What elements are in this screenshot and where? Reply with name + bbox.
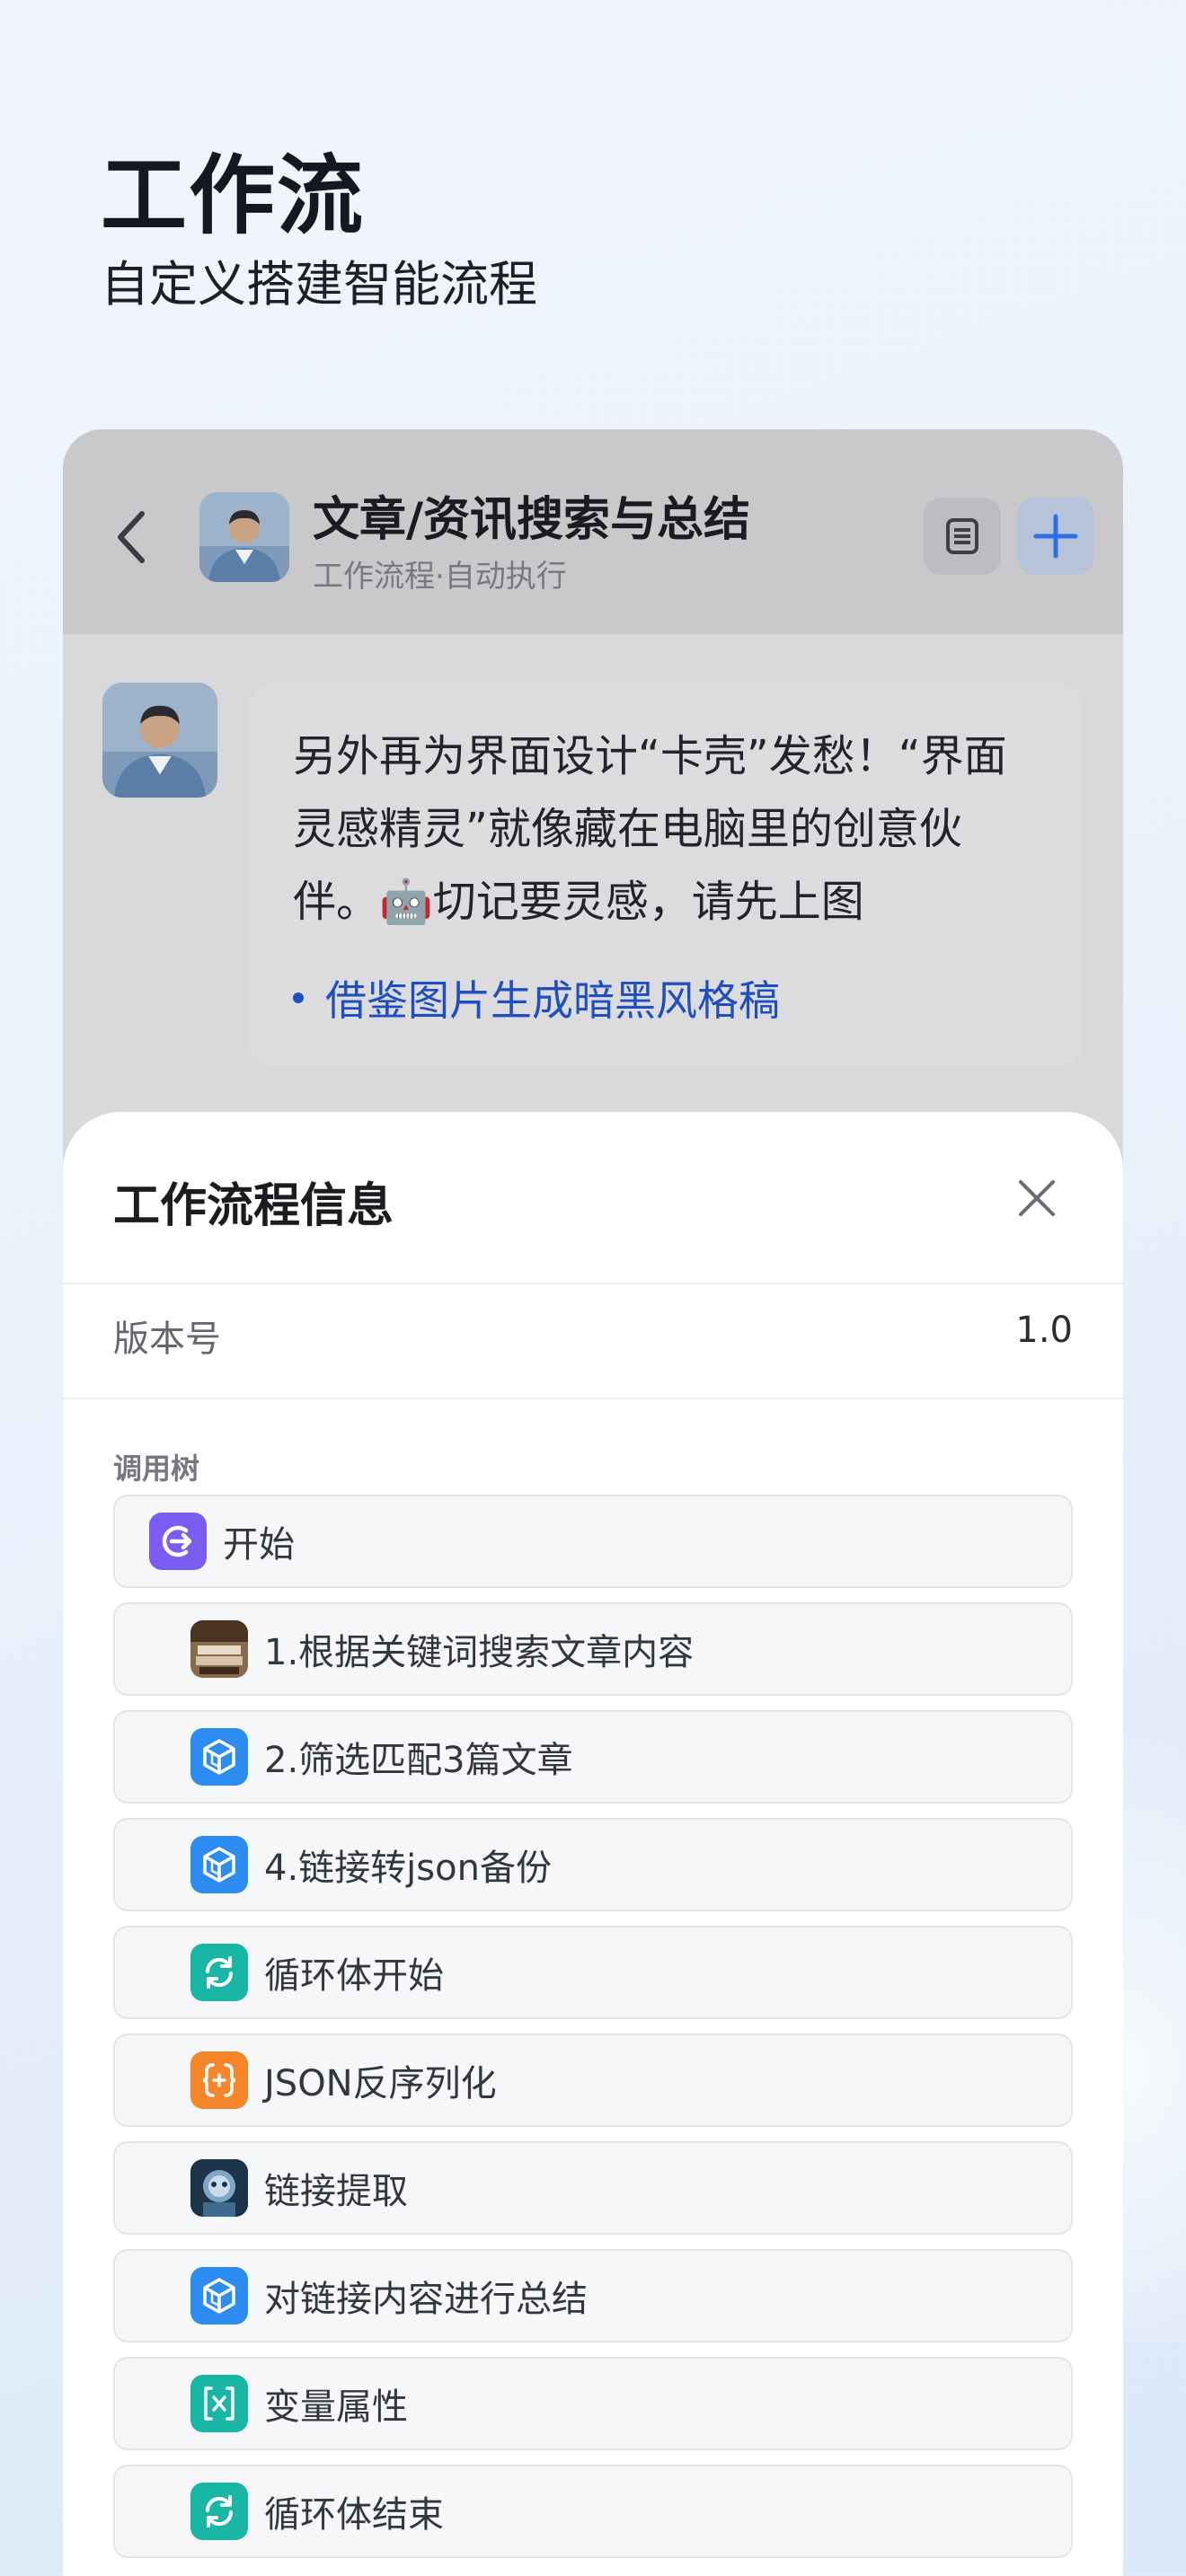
loop-icon	[190, 1944, 248, 2001]
tree-node-label: 链接提取	[264, 2171, 408, 2212]
suggestion-link-label: 借鉴图片生成暗黑风格稿	[325, 976, 780, 1025]
close-button[interactable]	[1012, 1173, 1062, 1223]
book-photo-icon	[190, 1620, 248, 1678]
tree-node-json-deserialize[interactable]: JSON反序列化	[113, 2033, 1073, 2127]
person-avatar-icon	[199, 492, 289, 582]
tree-node-filter[interactable]: 2.筛选匹配3篇文章	[113, 1710, 1073, 1804]
loop-icon	[190, 2483, 248, 2540]
workflow-title: 文章/资讯搜索与总结	[313, 493, 750, 547]
workflow-subtitle: 工作流程·自动执行	[313, 559, 567, 595]
person-avatar-icon	[102, 683, 217, 798]
call-tree-label: 调用树	[113, 1451, 200, 1486]
json-braces-icon	[190, 2051, 248, 2109]
bullet-icon	[293, 992, 304, 1003]
tree-node-search[interactable]: 1.根据关键词搜索文章内容	[113, 1602, 1073, 1696]
tree-node-variable[interactable]: 变量属性	[113, 2357, 1073, 2450]
tree-node-link-extract[interactable]: 链接提取	[113, 2141, 1073, 2235]
robot-photo-icon	[190, 2159, 248, 2217]
call-tree: 开始 1.根据关键词搜索文章内容 2.筛选匹配3篇文章 4.链接转json备份 …	[113, 1495, 1073, 2572]
tree-node-label: 开始	[223, 1524, 295, 1566]
message-bubble: 另外再为界面设计“卡壳”发愁！“界面灵感精灵”就像藏在电脑里的创意伙伴。🤖切记要…	[248, 683, 1084, 1067]
cube-icon	[190, 1728, 248, 1786]
page-title: 工作流	[101, 146, 365, 246]
tree-node-loop-end[interactable]: 循环体结束	[113, 2465, 1073, 2558]
tree-node-label: 循环体开始	[264, 1955, 444, 1997]
chevron-left-icon	[118, 511, 145, 563]
tree-node-label: JSON反序列化	[264, 2063, 497, 2104]
version-label: 版本号	[113, 1319, 221, 1360]
divider	[63, 1398, 1123, 1399]
tree-node-label: 1.根据关键词搜索文章内容	[264, 1632, 695, 1673]
tree-node-json-backup[interactable]: 4.链接转json备份	[113, 1818, 1073, 1911]
close-icon	[1019, 1180, 1055, 1216]
cube-icon	[190, 2267, 248, 2325]
message-text: 另外再为界面设计“卡壳”发愁！“界面灵感精灵”就像藏在电脑里的创意伙伴。🤖切记要…	[293, 731, 1007, 927]
cube-icon	[190, 1836, 248, 1893]
plus-icon	[1033, 514, 1078, 559]
avatar	[199, 492, 289, 582]
back-button[interactable]	[106, 501, 156, 573]
tree-node-label: 4.链接转json备份	[264, 1848, 552, 1889]
suggestion-link[interactable]: 借鉴图片生成暗黑风格稿	[293, 968, 780, 1028]
sheet-title: 工作流程信息	[113, 1179, 394, 1233]
version-value: 1.0	[1015, 1310, 1073, 1351]
message-avatar	[102, 683, 217, 798]
phone-screen: 文章/资讯搜索与总结 工作流程·自动执行 另外再为界面设计“卡壳”发愁！“界面灵…	[63, 429, 1123, 2576]
tree-node-start[interactable]: 开始	[113, 1495, 1073, 1588]
chat-header: 文章/资讯搜索与总结 工作流程·自动执行	[63, 429, 1123, 634]
tree-node-label: 对链接内容进行总结	[264, 2279, 588, 2320]
document-icon	[946, 518, 978, 554]
document-button[interactable]	[924, 498, 1001, 575]
variable-icon	[190, 2375, 248, 2432]
tree-node-summarize[interactable]: 对链接内容进行总结	[113, 2249, 1073, 2342]
page-subtitle: 自定义搭建智能流程	[101, 256, 537, 313]
tree-node-loop-start[interactable]: 循环体开始	[113, 1926, 1073, 2019]
tree-node-label: 变量属性	[264, 2386, 408, 2428]
tree-node-label: 2.筛选匹配3篇文章	[264, 1740, 573, 1781]
tree-node-label: 循环体结束	[264, 2494, 444, 2536]
add-button[interactable]	[1017, 498, 1094, 575]
start-icon	[149, 1513, 207, 1570]
divider	[63, 1283, 1123, 1284]
workflow-info-sheet: 工作流程信息 版本号 1.0 调用树 开始 1.根据关键词搜索文章内容 2.筛选…	[63, 1112, 1123, 2576]
